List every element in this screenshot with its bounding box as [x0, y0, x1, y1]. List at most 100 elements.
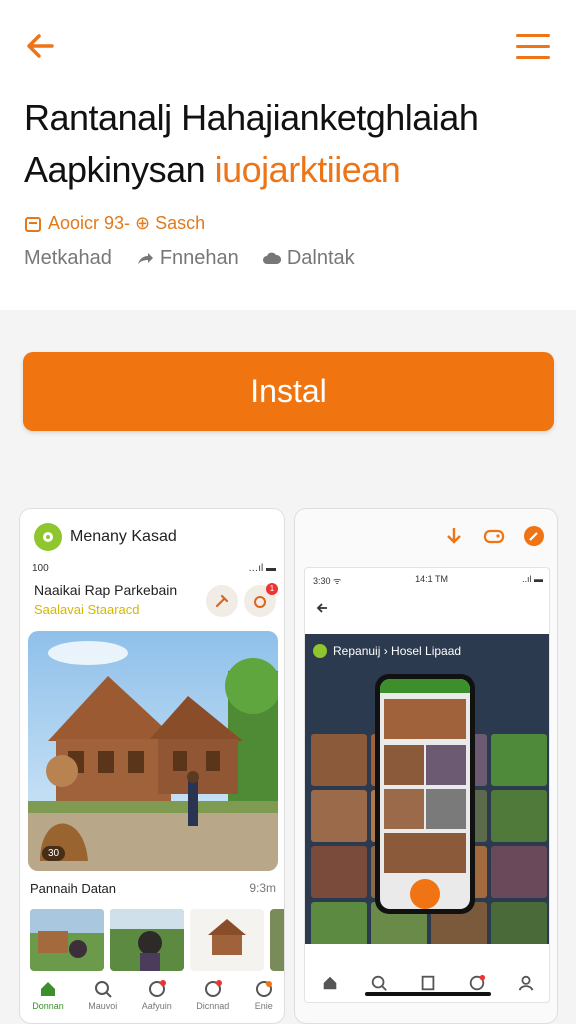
- profile-icon[interactable]: [517, 974, 535, 992]
- thumbnail-4[interactable]: [270, 909, 284, 971]
- nav-home-label: Donnan: [32, 1001, 64, 1011]
- meta-item-2: Fnnehan: [136, 247, 239, 270]
- thumbnail-row: [30, 909, 284, 971]
- thumbnail-3[interactable]: [190, 909, 264, 971]
- section-meta: 9:3m: [249, 881, 276, 895]
- gallery-tile[interactable]: [311, 790, 367, 842]
- library-icon[interactable]: [419, 974, 437, 992]
- nested-header: [380, 679, 470, 693]
- preview1-app-name: Menany Kasad: [70, 528, 177, 545]
- screenshot-preview-1[interactable]: Menany Kasad 100 …ıl ▬ Naaikai Rap Parke…: [19, 508, 285, 1024]
- nested-image: [426, 745, 466, 785]
- chat-icon: [148, 980, 166, 997]
- thumbnail-1[interactable]: [30, 909, 104, 971]
- notification-icon[interactable]: [468, 974, 486, 992]
- nested-phone-mockup: [375, 674, 475, 914]
- nested-fab-button[interactable]: [410, 879, 440, 909]
- title-line-2: Aapkinysan iuojarktiiean: [24, 144, 554, 196]
- gallery-tile[interactable]: [491, 846, 547, 898]
- cloud-icon: [262, 252, 281, 264]
- app-header-section: Rantanalj Hahajianketghlaiah Aapkinysan …: [0, 0, 576, 310]
- nav-home[interactable]: Donnan: [32, 979, 64, 1011]
- home-icon[interactable]: [321, 974, 339, 992]
- photo-count-chip: 30: [42, 846, 66, 861]
- nested-image: [426, 789, 466, 829]
- app-title: Rantanalj Hahajianketghlaiah Aapkinysan …: [24, 92, 554, 196]
- notification-badge: 1: [266, 583, 278, 595]
- nav-notifications[interactable]: Dicnnad: [196, 979, 229, 1011]
- preview2-status-bar: 3:30 ᯤ 14:1 TM ..ıl ▬: [313, 574, 543, 587]
- notification-icon[interactable]: 1: [244, 583, 278, 617]
- gallery-tile[interactable]: [491, 902, 547, 944]
- gallery-tile[interactable]: [311, 846, 367, 898]
- app-meta-secondary: Metkahad Fnnehan Dalntak: [24, 247, 369, 270]
- app-logo-icon: [313, 644, 327, 658]
- search-icon: [94, 981, 112, 998]
- preview1-status-bar: 100 …ıl ▬: [32, 563, 276, 574]
- preview2-screen: 3:30 ᯤ 14:1 TM ..ıl ▬ Repanuij › Hosel L…: [304, 567, 550, 1003]
- status-left: 100: [32, 563, 49, 574]
- preview1-heading: Naaikai Rap Parkebain: [34, 582, 178, 598]
- calendar-icon: [25, 216, 41, 232]
- app-meta-primary: Aooicr 93- ⊕ Sasch: [24, 213, 205, 234]
- nav-profile[interactable]: Enie: [254, 979, 274, 1011]
- nested-image: [384, 789, 424, 829]
- install-button[interactable]: Instal: [23, 352, 554, 431]
- thumbnail-2[interactable]: [110, 909, 184, 971]
- meta-item-3-label: Dalntak: [286, 247, 355, 269]
- gallery-title-text: Repanuij › Hosel Lipaad: [333, 644, 462, 658]
- notification-icon: [204, 980, 222, 997]
- gallery-view: Repanuij › Hosel Lipaad: [305, 634, 549, 944]
- status-right: …ıl ▬: [248, 563, 276, 574]
- meta-item-1: Metkahad: [24, 247, 112, 270]
- nested-image: [384, 745, 424, 785]
- preview1-header: Menany Kasad: [34, 523, 177, 551]
- gallery-title: Repanuij › Hosel Lipaad: [313, 644, 461, 658]
- search-icon[interactable]: [370, 974, 388, 992]
- hamburger-menu-icon[interactable]: [516, 34, 550, 62]
- title-line-1: Rantanalj Hahajianketghlaiah: [24, 97, 479, 138]
- gallery-tile[interactable]: [311, 902, 367, 944]
- app-logo-icon: [34, 523, 62, 551]
- preview2-bottom-nav: [305, 962, 549, 1002]
- hero-image[interactable]: 30: [28, 631, 278, 871]
- nav-profile-label: Enie: [254, 1001, 273, 1011]
- title-accent-text: iuojarktiiean: [214, 149, 401, 190]
- tool-icon[interactable]: [206, 585, 238, 617]
- meta-item-1-label: Metkahad: [24, 247, 112, 269]
- hero-illustration: [28, 631, 278, 871]
- status-left: 3:30 ᯤ: [313, 576, 342, 586]
- nav-chat-label: Aafyuin: [141, 1001, 172, 1011]
- game-controller-icon[interactable]: [483, 525, 505, 547]
- status-right: ..ıl ▬: [521, 574, 543, 584]
- preview1-bottom-nav: Donnan Mauvoi Aafyuin Dicnnad Enie: [20, 971, 284, 1023]
- status-center: 14:1 TM: [415, 574, 449, 584]
- home-indicator: [365, 992, 491, 996]
- gallery-tile[interactable]: [311, 734, 367, 786]
- nav-search[interactable]: Mauvoi: [88, 979, 117, 1011]
- nested-phone-screen: [380, 679, 470, 909]
- nested-image: [384, 833, 466, 873]
- preview1-subheading: Saalavai Staaracd: [34, 602, 140, 617]
- edit-icon[interactable]: [523, 525, 545, 547]
- profile-icon: [255, 981, 272, 997]
- section-title: Pannaih Datan: [30, 881, 117, 896]
- nav-notifications-label: Dicnnad: [196, 1001, 230, 1011]
- nested-image: [384, 699, 466, 739]
- nav-chat[interactable]: Aafyuin: [142, 979, 172, 1011]
- nav-search-label: Mauvoi: [88, 1001, 118, 1011]
- meta-item-2-label: Fnnehan: [159, 247, 239, 269]
- gallery-tile[interactable]: [491, 790, 547, 842]
- meta-primary-text: Aooicr 93- ⊕ Sasch: [48, 213, 206, 233]
- back-arrow-icon[interactable]: [22, 28, 58, 64]
- home-icon: [41, 982, 55, 996]
- gallery-tile[interactable]: [491, 734, 547, 786]
- preview2-top-icons: [443, 525, 545, 547]
- screenshot-preview-2[interactable]: 3:30 ᯤ 14:1 TM ..ıl ▬ Repanuij › Hosel L…: [294, 508, 558, 1024]
- share-icon: [137, 252, 153, 264]
- download-icon[interactable]: [443, 525, 465, 547]
- back-arrow-icon[interactable]: [315, 600, 331, 616]
- preview1-section-header: Pannaih Datan 9:3m: [30, 881, 276, 896]
- title-main-text: Aapkinysan: [24, 149, 206, 190]
- meta-item-3: Dalntak: [262, 247, 355, 270]
